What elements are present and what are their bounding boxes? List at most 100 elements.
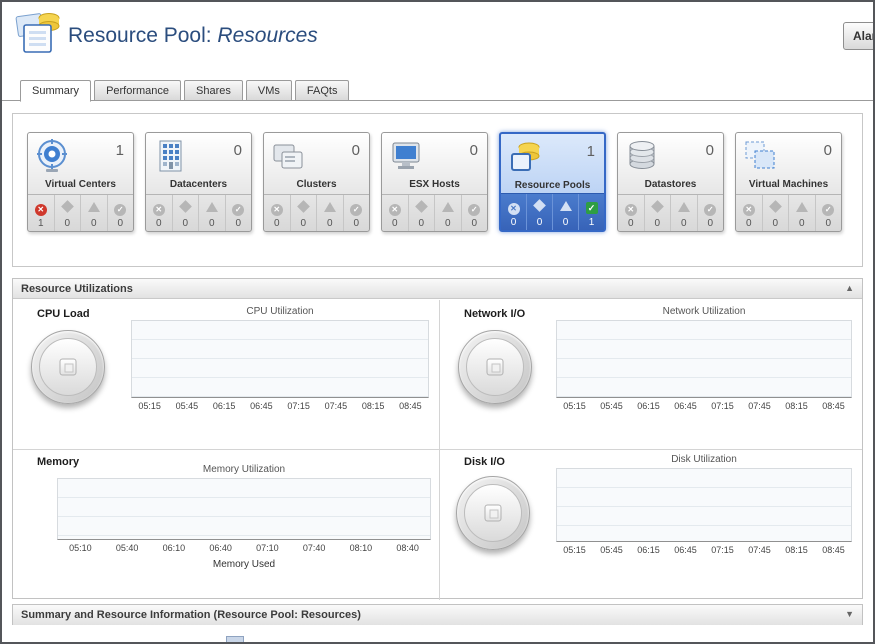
tab-faqts[interactable]: FAQts [295, 80, 350, 101]
tile-name: Resource Pools [501, 180, 604, 191]
status-count: 0 [736, 218, 762, 229]
status-normal[interactable]: ✓ 0 [698, 195, 724, 231]
status-critical[interactable]: ✕ 0 [264, 195, 291, 231]
disk-io-gauge[interactable] [456, 476, 530, 550]
network-quadrant: Network I/O Network Utilization 05:15 05… [440, 300, 862, 450]
tile-datastores[interactable]: 0 Datastores ✕ 0 0 0 [617, 132, 724, 232]
gauge-center-icon [60, 359, 77, 376]
tile-virtual-centers[interactable]: 1 Virtual Centers ✕ 1 0 0 [27, 132, 134, 232]
status-count: 0 [344, 218, 370, 229]
page-title-resource-name: Resources [217, 24, 317, 47]
tile-esx-hosts[interactable]: 0 ESX Hosts ✕ 0 0 0 [381, 132, 488, 232]
tile-count: 0 [706, 142, 714, 159]
status-count: 0 [789, 218, 815, 229]
status-count: 0 [81, 218, 107, 229]
normal-icon: ✓ [822, 204, 834, 216]
tick-label: 05:45 [593, 401, 630, 411]
tile-clusters[interactable]: 0 Clusters ✕ 0 0 0 [263, 132, 370, 232]
virtual-machines-icon [742, 138, 778, 179]
status-error[interactable]: 0 [291, 195, 318, 231]
critical-icon: ✕ [153, 204, 165, 216]
tick-label: 06:40 [197, 543, 244, 553]
status-error[interactable]: 0 [763, 195, 790, 231]
status-count: 0 [291, 218, 317, 229]
cpu-load-gauge[interactable] [31, 330, 105, 404]
status-critical[interactable]: ✕ 0 [736, 195, 763, 231]
tab-vms[interactable]: VMs [246, 80, 292, 101]
status-count: 0 [501, 217, 526, 228]
status-warning[interactable]: 0 [199, 195, 226, 231]
tab-performance[interactable]: Performance [94, 80, 181, 101]
status-row: ✕ 0 0 0 ✓ 0 [736, 194, 841, 231]
status-warning[interactable]: 0 [789, 195, 816, 231]
status-count: 0 [618, 218, 644, 229]
tick-label: 05:15 [556, 545, 593, 555]
status-critical[interactable]: ✕ 0 [382, 195, 409, 231]
collapse-arrow-icon[interactable]: ▲ [845, 283, 854, 293]
summary-information-header[interactable]: Summary and Resource Information (Resour… [13, 605, 862, 625]
page-title-prefix: Resource Pool: [68, 24, 217, 47]
status-warning[interactable]: 0 [671, 195, 698, 231]
tile-count: 0 [234, 142, 242, 159]
normal-icon: ✓ [586, 202, 598, 214]
critical-icon: ✕ [389, 204, 401, 216]
critical-icon: ✕ [508, 203, 520, 215]
tick-label: 08:45 [815, 401, 852, 411]
network-utilization-chart-block: Network Utilization 05:15 05:45 06:15 06… [556, 306, 852, 411]
status-critical[interactable]: ✕ 0 [501, 194, 527, 230]
memory-utilization-plot[interactable] [57, 478, 431, 540]
network-utilization-plot[interactable] [556, 320, 852, 398]
status-error[interactable]: 0 [409, 195, 436, 231]
virtual-centers-icon [34, 138, 70, 179]
status-count: 1 [579, 217, 604, 228]
resource-utilizations-header[interactable]: Resource Utilizations ▲ [13, 279, 862, 299]
disk-io-label: Disk I/O [464, 456, 505, 468]
tile-count: 1 [587, 143, 595, 160]
cpu-utilization-plot[interactable] [131, 320, 429, 398]
app-window: Resource Pool: Resources Alarms Summary … [0, 0, 875, 644]
warning-icon [88, 202, 100, 212]
panel-title: Summary and Resource Information (Resour… [21, 609, 361, 621]
error-icon [61, 200, 74, 213]
disk-utilization-plot[interactable] [556, 468, 852, 542]
status-normal[interactable]: ✓ 0 [344, 195, 370, 231]
status-count: 0 [173, 218, 199, 229]
normal-icon: ✓ [468, 204, 480, 216]
status-error[interactable]: 0 [55, 195, 82, 231]
normal-icon: ✓ [350, 204, 362, 216]
status-normal[interactable]: ✓ 0 [226, 195, 252, 231]
tick-label: 06:45 [667, 401, 704, 411]
tile-virtual-machines[interactable]: 0 Virtual Machines ✕ 0 0 0 [735, 132, 842, 232]
status-count: 0 [698, 218, 724, 229]
status-normal[interactable]: ✓ 0 [816, 195, 842, 231]
expand-arrow-icon[interactable]: ▼ [845, 609, 854, 619]
tile-datacenters[interactable]: 0 Datacenters ✕ 0 0 0 [145, 132, 252, 232]
tile-resource-pools[interactable]: 1 Resource Pools ✕ 0 0 0 [499, 132, 606, 232]
status-warning[interactable]: 0 [435, 195, 462, 231]
status-count: 0 [264, 218, 290, 229]
summary-information-panel: Summary and Resource Information (Resour… [12, 604, 863, 625]
status-normal[interactable]: ✓ 0 [462, 195, 488, 231]
status-critical[interactable]: ✕ 1 [28, 195, 55, 231]
tick-label: 06:15 [630, 545, 667, 555]
tab-shares[interactable]: Shares [184, 80, 243, 101]
tab-summary[interactable]: Summary [20, 80, 91, 102]
status-error[interactable]: 0 [527, 194, 553, 230]
status-normal[interactable]: ✓ 0 [108, 195, 134, 231]
status-normal[interactable]: ✓ 1 [579, 194, 604, 230]
tile-row: 1 Virtual Centers ✕ 1 0 0 [27, 132, 842, 232]
network-io-gauge[interactable] [458, 330, 532, 404]
status-warning[interactable]: 0 [553, 194, 579, 230]
error-icon [651, 200, 664, 213]
status-error[interactable]: 0 [645, 195, 672, 231]
status-critical[interactable]: ✕ 0 [146, 195, 173, 231]
status-warning[interactable]: 0 [81, 195, 108, 231]
status-count: 0 [435, 218, 461, 229]
status-warning[interactable]: 0 [317, 195, 344, 231]
alarms-button[interactable]: Alarms [843, 22, 875, 50]
network-chart-title: Network Utilization [556, 306, 852, 317]
status-error[interactable]: 0 [173, 195, 200, 231]
cpu-utilization-chart-block: CPU Utilization 05:15 05:45 06:15 06:45 … [131, 306, 429, 411]
status-critical[interactable]: ✕ 0 [618, 195, 645, 231]
tick-label: 05:15 [556, 401, 593, 411]
